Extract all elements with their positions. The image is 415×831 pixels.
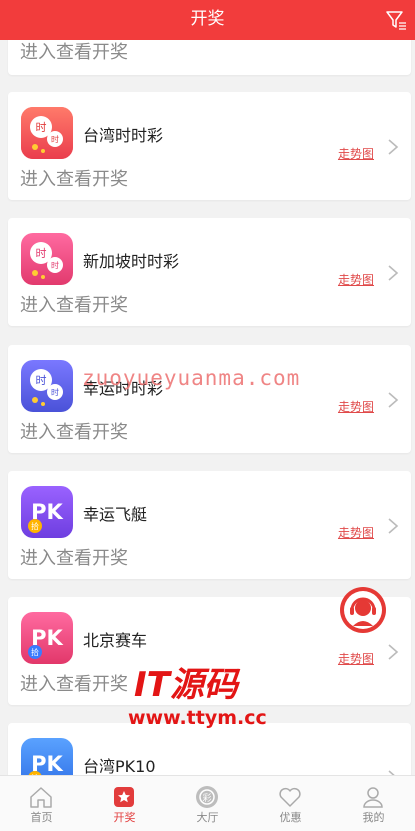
view-results-link[interactable]: 进入查看开奖: [20, 418, 128, 444]
tab-hall[interactable]: 彩 大厅: [166, 776, 249, 831]
page-title: 开奖: [190, 9, 225, 29]
customer-service-icon[interactable]: [339, 586, 387, 634]
user-icon: [363, 787, 383, 808]
lottery-name: 台湾时时彩: [83, 126, 164, 145]
lottery-name: 台湾PK10: [83, 757, 156, 775]
svg-text:时: 时: [51, 260, 59, 270]
bottom-tab-bar: 首页 开奖 彩 大厅 优惠 我的: [0, 775, 415, 831]
view-results-link[interactable]: 进入查看开奖: [20, 165, 128, 191]
svg-text:时: 时: [36, 374, 47, 387]
svg-text:彩: 彩: [202, 793, 211, 804]
heart-icon: [279, 787, 301, 807]
brand-watermark-logo: IT源码 www.ttym.cc: [128, 665, 267, 729]
trend-chart-link[interactable]: 走势图: [338, 524, 374, 541]
tab-lottery[interactable]: 开奖: [83, 776, 166, 831]
watermark-text: zuoyueyuanma.com: [82, 366, 301, 390]
hall-icon: 彩: [196, 786, 218, 808]
lottery-name: 北京赛车: [83, 631, 148, 650]
trend-chart-link[interactable]: 走势图: [338, 271, 374, 288]
lottery-name: 幸运飞艇: [83, 505, 148, 524]
svg-text:时: 时: [36, 247, 47, 260]
view-results-link[interactable]: 进入查看开奖: [20, 670, 128, 696]
tab-profile[interactable]: 我的: [332, 776, 415, 831]
lottery-logo-icon: PK 拾: [21, 612, 73, 664]
view-results-link[interactable]: 进入查看开奖: [20, 291, 128, 317]
tab-label: 我的: [362, 811, 385, 824]
trend-chart-link[interactable]: 走势图: [338, 650, 374, 667]
tab-label: 大厅: [196, 811, 219, 824]
tab-home[interactable]: 首页: [0, 776, 83, 831]
lottery-card[interactable]: 时 时 台湾时时彩 进入查看开奖 走势图: [8, 92, 411, 200]
svg-text:时: 时: [36, 121, 47, 134]
lottery-card[interactable]: PK 拾 幸运飞艇 进入查看开奖 走势图: [8, 471, 411, 579]
svg-text:拾: 拾: [31, 647, 39, 657]
tab-promotions[interactable]: 优惠: [249, 776, 332, 831]
lottery-logo-icon: PK 拾: [21, 486, 73, 538]
lottery-card[interactable]: 时 时 新加坡时时彩 进入查看开奖 走势图: [8, 218, 411, 326]
lottery-name: 新加坡时时彩: [83, 252, 180, 271]
lottery-logo-icon: 时 时: [21, 360, 73, 412]
chevron-right-icon[interactable]: [387, 138, 399, 156]
chevron-right-icon[interactable]: [387, 517, 399, 535]
tab-label: 首页: [30, 811, 53, 824]
lottery-card[interactable]: PK 拾 台湾PK10: [8, 723, 411, 775]
svg-text:时: 时: [51, 134, 59, 144]
chevron-right-icon[interactable]: [387, 264, 399, 282]
tab-label: 开奖: [113, 811, 136, 824]
chevron-right-icon[interactable]: [387, 643, 399, 661]
view-results-link[interactable]: 进入查看开奖: [20, 544, 128, 570]
lottery-logo-icon: 时 时: [21, 107, 73, 159]
home-icon: [30, 787, 52, 808]
lottery-card[interactable]: 时 时 幸运时时彩 进入查看开奖 走势图: [8, 345, 411, 453]
svg-text:IT源码: IT源码: [134, 665, 241, 705]
lottery-logo-icon: 时 时: [21, 233, 73, 285]
chevron-right-icon[interactable]: [387, 391, 399, 409]
trend-chart-link[interactable]: 走势图: [338, 398, 374, 415]
lottery-logo-icon: PK 拾: [21, 738, 73, 775]
trend-chart-link[interactable]: 走势图: [338, 145, 374, 162]
svg-text:拾: 拾: [31, 521, 39, 531]
filter-icon[interactable]: [385, 9, 407, 31]
svg-text:时: 时: [51, 387, 59, 397]
lottery-star-icon: [114, 787, 134, 807]
svg-text:www.ttym.cc: www.ttym.cc: [128, 707, 267, 729]
tab-label: 优惠: [279, 811, 302, 824]
view-results-link[interactable]: 进入查看开奖: [20, 38, 128, 64]
app-header: 开奖: [0, 0, 415, 40]
